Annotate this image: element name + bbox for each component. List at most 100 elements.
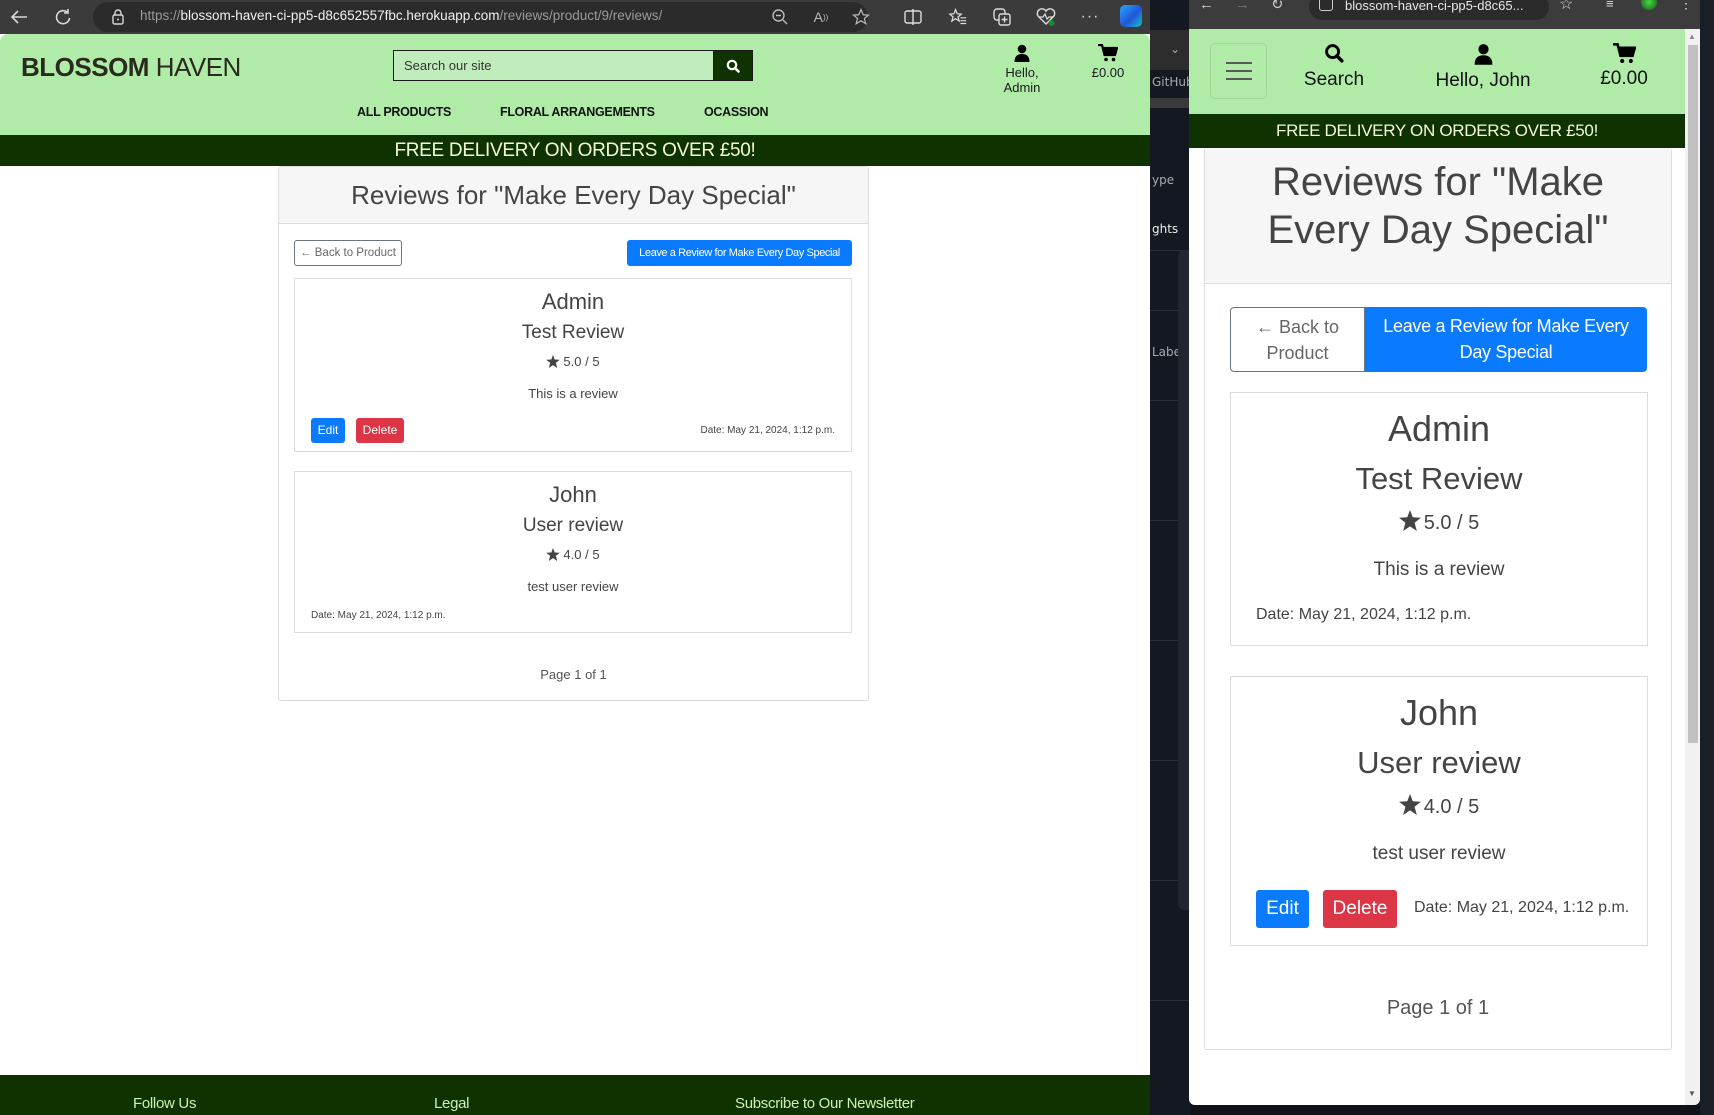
cart-total: £0.00 xyxy=(1600,68,1648,89)
pagination-text: Page 1 of 1 xyxy=(1386,997,1490,1019)
forward-icon[interactable]: → xyxy=(1235,0,1250,13)
cart-link[interactable]: £0.00 xyxy=(1088,44,1128,80)
search-icon xyxy=(1325,44,1344,63)
background-text: GitHub xyxy=(1152,75,1190,89)
mobile-search-link[interactable]: Search xyxy=(1286,43,1382,91)
review-body: This is a review xyxy=(1373,559,1505,580)
delivery-banner: FREE DELIVERY ON ORDERS OVER £50! xyxy=(0,135,1150,166)
star-icon xyxy=(546,355,561,368)
background-text: Labe xyxy=(1152,345,1182,359)
cart-icon xyxy=(1098,44,1118,62)
mobile-cart-link[interactable]: £0.00 xyxy=(1589,43,1659,90)
background-text: ype xyxy=(1152,173,1175,187)
delete-review-button[interactable]: Delete xyxy=(1323,890,1397,928)
search-button[interactable] xyxy=(713,50,753,81)
scroll-down-icon[interactable]: ▼ xyxy=(1688,1089,1696,1098)
star-icon xyxy=(546,548,561,561)
account-label: Hello, Admin xyxy=(1003,65,1041,95)
delete-review-button[interactable]: Delete xyxy=(356,418,404,443)
back-icon[interactable] xyxy=(6,4,32,30)
account-label: Hello, John xyxy=(1435,70,1531,91)
menu-kebab-icon[interactable]: ⋮ xyxy=(1679,0,1693,12)
cart-icon xyxy=(1612,43,1636,64)
review-item: Admin Test Review 5.0 / 5 This is a revi… xyxy=(294,278,852,452)
url-path: /reviews/product/9/reviews/ xyxy=(499,8,663,23)
page-title: Reviews for "Make Every Day Special" xyxy=(1205,148,1671,284)
back-icon[interactable]: ← xyxy=(1199,0,1214,13)
edit-review-button[interactable]: Edit xyxy=(1256,890,1309,928)
search-label: Search xyxy=(1303,69,1365,90)
browser-essentials-icon[interactable] xyxy=(1033,4,1059,30)
rating-value: 5.0 / 5 xyxy=(563,354,600,369)
star-icon xyxy=(1398,510,1421,531)
review-body: test user review xyxy=(527,579,619,594)
refresh-icon[interactable]: ↻ xyxy=(1271,0,1284,13)
review-author: Admin xyxy=(1387,408,1491,449)
site-info-icon[interactable] xyxy=(1319,0,1333,11)
search-input[interactable] xyxy=(394,51,713,80)
hamburger-menu-button[interactable] xyxy=(1210,43,1267,99)
lock-icon[interactable] xyxy=(105,4,131,30)
nav-ocassion[interactable]: OCASSION xyxy=(704,105,769,119)
review-item: Admin Test Review 5.0 / 5 This is a revi… xyxy=(1230,392,1648,646)
reviews-card: Reviews for "Make Every Day Special" ← B… xyxy=(278,166,869,701)
leave-review-button[interactable]: Leave a Review for Make Every Day Specia… xyxy=(1365,307,1647,372)
hamburger-icon xyxy=(1225,62,1252,80)
media-controls-icon[interactable]: ≡ xyxy=(1606,0,1614,11)
review-date: Date: May 21, 2024, 1:12 p.m. xyxy=(700,425,835,436)
edit-review-button[interactable]: Edit xyxy=(311,418,345,443)
search-icon xyxy=(726,59,740,73)
profile-avatar[interactable] xyxy=(1641,0,1657,10)
site-header: BLOSSOM HAVEN Hello, Admin £0.00 ALL PRO… xyxy=(0,34,1150,135)
scroll-up-icon[interactable]: ▲ xyxy=(1688,32,1696,41)
mobile-account-link[interactable]: Hello, John xyxy=(1417,43,1549,92)
right-browser-window: ← → ↻ blossom-haven-ci-pp5-d8c65... ☆ ≡ … xyxy=(1189,0,1700,1105)
collections-icon[interactable] xyxy=(989,4,1015,30)
review-rating: 5.0 / 5 xyxy=(1231,510,1647,535)
back-button-label: Back to Product xyxy=(314,247,396,259)
review-date: Date: May 21, 2024, 1:12 p.m. xyxy=(1414,899,1630,916)
url-text[interactable]: https://blossom-haven-ci-pp5-d8c652557fb… xyxy=(140,8,662,23)
back-to-product-button[interactable]: ← Back to Product xyxy=(1230,307,1365,372)
review-body: test user review xyxy=(1372,843,1506,864)
background-text: ghts xyxy=(1152,222,1179,236)
account-link[interactable]: Hello, Admin xyxy=(986,44,1058,95)
review-title: User review xyxy=(522,515,624,536)
back-to-product-button[interactable]: ← Back to Product xyxy=(294,240,402,266)
leave-review-button[interactable]: Leave a Review for Make Every Day Specia… xyxy=(627,240,852,266)
url-host: blossom-haven-ci-pp5-d8c652557fbc.heroku… xyxy=(180,8,500,23)
page-title: Reviews for "Make Every Day Special" xyxy=(279,167,868,224)
nav-floral-arrangements[interactable]: FLORAL ARRANGEMENTS xyxy=(500,105,655,119)
nav-all-products[interactable]: ALL PRODUCTS xyxy=(357,105,451,119)
read-aloud-icon[interactable]: A)) xyxy=(808,4,834,30)
review-author: John xyxy=(549,482,597,507)
pagination-text: Page 1 of 1 xyxy=(540,667,607,682)
site-footer: Follow Us Legal Subscribe to Our Newslet… xyxy=(0,1075,1150,1115)
more-icon[interactable]: ··· xyxy=(1077,4,1103,30)
url-text[interactable]: blossom-haven-ci-pp5-d8c65... xyxy=(1345,0,1523,13)
vertical-scrollbar[interactable]: ▲ ▼ xyxy=(1685,29,1700,1105)
reviews-card: Reviews for "Make Every Day Special" ← B… xyxy=(1204,148,1672,1050)
background-bar xyxy=(1150,98,1190,108)
logo-bold: BLOSSOM xyxy=(21,52,149,82)
copilot-icon[interactable] xyxy=(1120,5,1142,27)
background-app-edge xyxy=(1700,0,1714,1115)
scrollbar-thumb[interactable] xyxy=(1688,45,1698,743)
user-icon xyxy=(1014,44,1030,62)
user-icon xyxy=(1474,44,1492,65)
split-screen-icon[interactable] xyxy=(900,4,926,30)
site-logo[interactable]: BLOSSOM HAVEN xyxy=(21,52,241,83)
chevron-down-icon: ⌄ xyxy=(1170,42,1181,56)
delivery-banner: FREE DELIVERY ON ORDERS OVER £50! xyxy=(1189,114,1685,148)
right-browser-toolbar: ← → ↻ blossom-haven-ci-pp5-d8c65... ☆ ≡ … xyxy=(1189,0,1700,29)
search-box xyxy=(393,50,714,81)
review-item: John User review 4.0 / 5 test user revie… xyxy=(1230,676,1648,946)
bookmark-star-icon[interactable]: ☆ xyxy=(1559,0,1573,14)
favorites-list-icon[interactable] xyxy=(945,4,971,30)
refresh-icon[interactable] xyxy=(50,4,76,30)
footer-newsletter: Subscribe to Our Newsletter xyxy=(735,1095,915,1112)
star-icon xyxy=(1398,794,1421,815)
review-author: John xyxy=(1399,692,1479,733)
zoom-out-icon[interactable] xyxy=(767,4,793,30)
favorite-star-icon[interactable] xyxy=(848,4,874,30)
